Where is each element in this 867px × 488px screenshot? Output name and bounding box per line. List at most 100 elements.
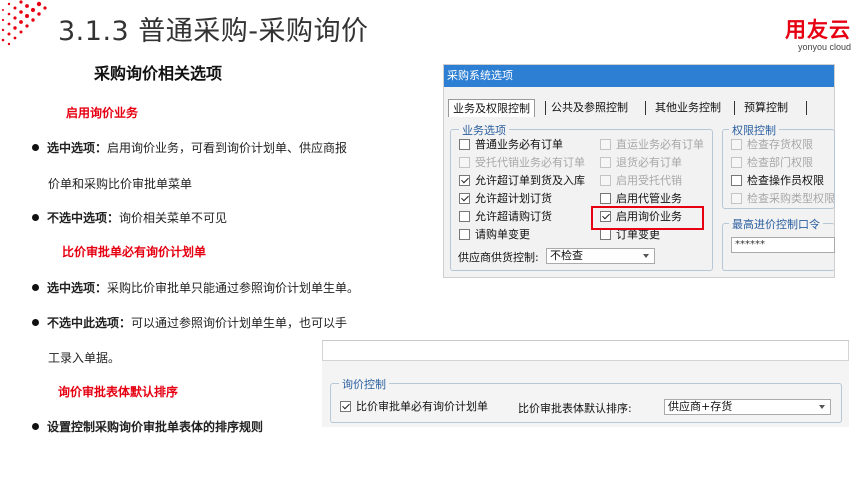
option-item[interactable]: 允许超请购订货 [459, 210, 552, 224]
password-input[interactable]: ****** [731, 237, 835, 253]
option-item[interactable]: 启用代管业务 [600, 192, 682, 206]
option-item[interactable]: 订单变更 [600, 228, 660, 242]
heading-default-sort: 询价审批表体默认排序 [58, 385, 179, 399]
option-item: 受托代销业务必有订单 [459, 156, 585, 170]
option-label: 检查操作员权限 [747, 174, 824, 187]
bullet-dot [32, 144, 39, 151]
bullet-label: 选中选项： [47, 141, 108, 155]
supplier-control-select[interactable]: 不检查 [546, 248, 655, 264]
supplier-control-value: 不检查 [550, 249, 583, 262]
supplier-control-label: 供应商供货控制: [458, 251, 539, 264]
sort-order-select[interactable]: 供应商+存货 [664, 399, 831, 415]
option-item[interactable]: 普通业务必有订单 [459, 138, 563, 152]
checkbox-icon [459, 139, 470, 150]
option-label: 检查存货权限 [747, 138, 813, 151]
checkbox-icon [600, 193, 611, 204]
option-label: 允许超订单到货及入库 [475, 174, 585, 187]
bullet-sort-rule: 设置控制采购询价审批单表体的排序规则 [32, 418, 263, 435]
heading-must-have-plan: 比价审批单必有询价计划单 [62, 245, 207, 259]
option-item: 检查部门权限 [731, 156, 813, 170]
section-title: 采购询价相关选项 [94, 64, 223, 83]
bullet-continuation: 价单和采购比价审批单菜单 [48, 177, 193, 191]
panel-top-blank [322, 341, 849, 361]
tab-other-business[interactable]: 其他业务控制 [655, 99, 721, 117]
option-item: 检查采购类型权限 [731, 192, 835, 206]
checkbox-checked-icon [459, 175, 470, 186]
bullet-text: 设置控制采购询价审批单表体的排序规则 [47, 420, 264, 434]
option-item: 启用受托代销 [600, 174, 682, 188]
group-title: 权限控制 [729, 122, 779, 138]
option-label: 直运业务必有订单 [616, 138, 704, 151]
checkbox-icon [600, 139, 611, 150]
option-label: 检查部门权限 [747, 156, 813, 169]
dropdown-arrow-icon [643, 254, 649, 258]
inquiry-options-panel: 询价控制 比价审批单必有询价计划单 比价审批表体默认排序: 供应商+存货 [322, 340, 849, 427]
option-label: 受托代销业务必有订单 [475, 156, 585, 169]
bullet-dot [32, 214, 39, 221]
bullet-continuation: 工录入单据。 [48, 351, 121, 365]
option-label: 检查采购类型权限 [747, 192, 835, 205]
bullet-label: 不选中选项： [47, 211, 120, 225]
checkbox-checked-icon [459, 193, 470, 204]
checkbox-icon [731, 157, 742, 168]
checkbox-icon [459, 211, 470, 222]
bullet-text: 可以通过参照询价计划单生单，也可以手 [131, 316, 348, 330]
option-label: 启用受托代销 [616, 174, 682, 187]
dropdown-arrow-icon [819, 405, 825, 409]
option-item[interactable]: 允许超订单到货及入库 [459, 174, 585, 188]
checkbox-icon [731, 193, 742, 204]
highlight-box [591, 206, 704, 230]
tab-separator [734, 101, 735, 115]
bullet-label: 不选中此选项： [47, 316, 132, 330]
checkbox-checked-icon [340, 401, 351, 412]
bullet-unselect-enable: 不选中选项：询价相关菜单不可见 [32, 209, 227, 226]
option-label: 比价审批单必有询价计划单 [356, 400, 488, 413]
bullet-dot [32, 319, 39, 326]
bullet-label: 选中选项： [47, 281, 108, 295]
bullet-unselect-plan: 不选中此选项：可以通过参照询价计划单生单，也可以手 [32, 314, 347, 331]
tab-budget[interactable]: 预算控制 [744, 99, 788, 117]
checkbox-icon [600, 175, 611, 186]
option-label: 退货必有订单 [616, 156, 682, 169]
checkbox-icon [459, 157, 470, 168]
option-item: 直运业务必有订单 [600, 138, 704, 152]
option-item[interactable]: 检查操作员权限 [731, 174, 824, 188]
tab-bar: 业务及权限控制 公共及参照控制 其他业务控制 预算控制 [444, 99, 836, 117]
bullet-dot [32, 423, 39, 430]
option-label: 启用代管业务 [616, 192, 682, 205]
bullet-select-enable: 选中选项：启用询价业务，可看到询价计划单、供应商报 [32, 139, 347, 156]
tab-business-permission[interactable]: 业务及权限控制 [448, 99, 535, 117]
group-title: 业务选项 [459, 122, 509, 138]
bullet-text: 采购比价审批单只能通过参照询价计划单生单。 [107, 281, 360, 295]
option-item[interactable]: 请购单变更 [459, 228, 530, 242]
tab-separator [645, 101, 646, 115]
heading-enable-inquiry: 启用询价业务 [66, 106, 139, 120]
checkbox-icon [731, 175, 742, 186]
tab-separator [545, 101, 546, 115]
corner-dots-decoration [1, 0, 47, 46]
option-label: 请购单变更 [475, 228, 530, 241]
checkbox-icon [459, 229, 470, 240]
checkbox-icon [731, 139, 742, 150]
brand-logo-text: 用友云 [785, 18, 851, 42]
checkbox-icon [600, 229, 611, 240]
slide-title: 3.1.3 普通采购-采购询价 [58, 16, 369, 47]
bullet-text: 询价相关菜单不可见 [119, 211, 228, 225]
option-label: 允许超请购订货 [475, 210, 552, 223]
group-title: 最高进价控制口令 [729, 216, 823, 232]
bullet-dot [32, 284, 39, 291]
tab-public-reference[interactable]: 公共及参照控制 [551, 99, 628, 117]
dialog-title: 采购系统选项 [444, 65, 834, 87]
option-item[interactable]: 允许超计划订货 [459, 192, 552, 206]
option-item: 退货必有订单 [600, 156, 682, 170]
option-must-have-plan[interactable]: 比价审批单必有询价计划单 [340, 400, 488, 414]
option-label: 允许超计划订货 [475, 192, 552, 205]
sort-order-value: 供应商+存货 [668, 400, 733, 413]
sort-label: 比价审批表体默认排序: [518, 402, 632, 415]
option-item: 检查存货权限 [731, 138, 813, 152]
bullet-text: 启用询价业务，可看到询价计划单、供应商报 [107, 141, 348, 155]
brand-logo: 用友云 yonyou cloud [785, 14, 851, 52]
checkbox-icon [600, 157, 611, 168]
option-label: 普通业务必有订单 [475, 138, 563, 151]
group-title: 询价控制 [339, 376, 389, 392]
